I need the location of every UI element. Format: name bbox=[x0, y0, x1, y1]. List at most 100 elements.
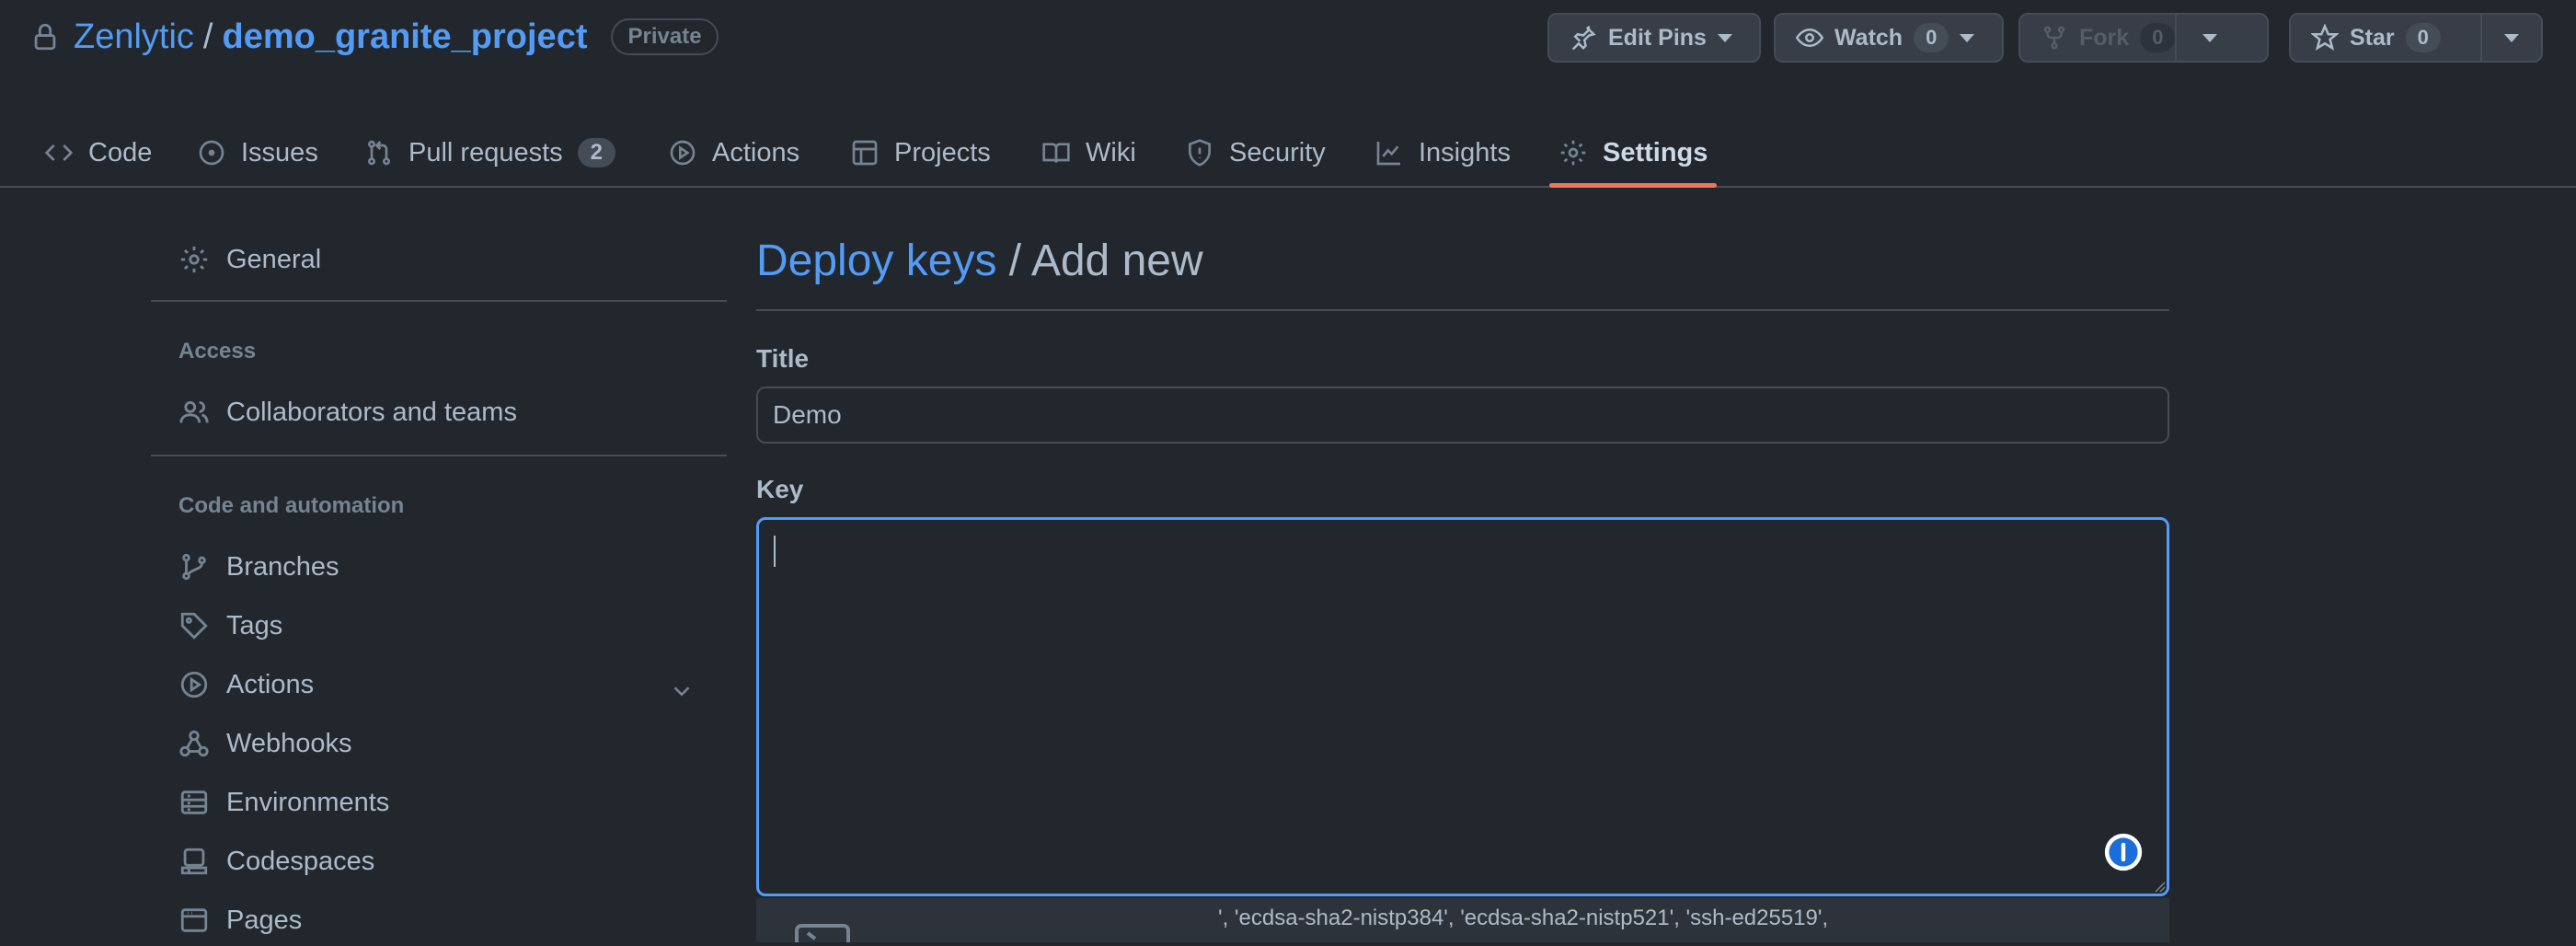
tab-actions[interactable]: Actions bbox=[659, 120, 809, 186]
codespaces-icon bbox=[178, 846, 210, 877]
key-field-label: Key bbox=[756, 475, 804, 503]
eye-icon bbox=[1796, 24, 1823, 52]
sidebar-item-label: General bbox=[226, 244, 322, 274]
browser-icon bbox=[178, 905, 210, 936]
gear-icon bbox=[178, 244, 210, 275]
chevron-down-icon[interactable] bbox=[668, 677, 696, 705]
caret-down-icon bbox=[1960, 33, 1975, 42]
pull-requests-count: 2 bbox=[577, 138, 616, 167]
tab-pull-requests[interactable]: Pull requests 2 bbox=[355, 120, 625, 186]
repo-name-link[interactable]: demo_granite_project bbox=[222, 17, 587, 57]
people-icon bbox=[178, 397, 210, 428]
repo-owner-link[interactable]: Zenlytic bbox=[74, 17, 194, 57]
tab-label: Code bbox=[88, 137, 153, 167]
star-dropdown-button[interactable] bbox=[2482, 15, 2541, 61]
fork-count: 0 bbox=[2140, 23, 2176, 52]
pin-icon bbox=[1570, 24, 1597, 52]
sidebar-divider bbox=[151, 300, 727, 302]
repo-title: Zenlytic / demo_granite_project Private bbox=[29, 15, 719, 59]
play-icon bbox=[178, 669, 210, 700]
sidebar-item-label: Tags bbox=[226, 610, 283, 640]
breadcrumb-current: / Add new bbox=[1008, 236, 1203, 285]
sidebar-item-label: Branches bbox=[226, 551, 339, 582]
key-format-hint: ', 'ecdsa-sha2-nistp384', 'ecdsa-sha2-ni… bbox=[1218, 906, 1829, 930]
webhook-icon bbox=[178, 728, 210, 759]
repo-separator: / bbox=[202, 17, 213, 56]
tab-label: Issues bbox=[241, 137, 318, 167]
terminal-icon bbox=[795, 924, 850, 942]
tab-wiki[interactable]: Wiki bbox=[1032, 120, 1145, 186]
server-icon bbox=[178, 787, 210, 818]
watch-count: 0 bbox=[1914, 23, 1949, 52]
title-input[interactable] bbox=[756, 386, 2169, 444]
star-button-group: Star 0 bbox=[2289, 13, 2543, 63]
sidebar-heading-code-automation: Code and automation bbox=[178, 493, 405, 518]
tab-code[interactable]: Code bbox=[35, 120, 161, 186]
watch-label: Watch bbox=[1834, 24, 1903, 51]
page-title: Deploy keys / Add new bbox=[756, 236, 1203, 286]
sidebar-item-label: Actions bbox=[226, 669, 315, 699]
pull-request-icon bbox=[364, 138, 394, 167]
fork-label: Fork bbox=[2079, 24, 2130, 51]
table-icon bbox=[850, 138, 880, 167]
tab-label: Settings bbox=[1603, 137, 1708, 167]
password-manager-icon[interactable] bbox=[2103, 832, 2144, 872]
sidebar-item-collaborators[interactable]: Collaborators and teams bbox=[178, 386, 517, 438]
tab-label: Actions bbox=[712, 137, 800, 167]
sidebar-item-general[interactable]: General bbox=[178, 234, 321, 285]
issue-icon bbox=[197, 138, 226, 167]
breadcrumb-deploy-keys-link[interactable]: Deploy keys bbox=[756, 236, 996, 285]
caret-down-icon bbox=[2504, 33, 2519, 42]
star-icon bbox=[2311, 24, 2339, 52]
repo-nav-tabs: Code Issues Pull requests 2 Actions Proj… bbox=[0, 101, 2576, 188]
tab-label: Projects bbox=[894, 137, 991, 167]
sidebar-divider bbox=[151, 455, 727, 456]
sidebar-item-tags[interactable]: Tags bbox=[178, 600, 282, 652]
gear-icon bbox=[1558, 138, 1588, 167]
tab-label: Pull requests bbox=[408, 137, 563, 167]
visibility-badge: Private bbox=[611, 18, 719, 55]
sidebar-item-label: Codespaces bbox=[226, 846, 375, 876]
lock-icon bbox=[29, 21, 61, 52]
tab-security[interactable]: Security bbox=[1176, 120, 1335, 186]
sidebar-item-pages[interactable]: Pages bbox=[178, 894, 302, 946]
resize-handle-icon[interactable] bbox=[2151, 878, 2166, 893]
sidebar-item-label: Webhooks bbox=[226, 728, 352, 758]
sidebar-item-actions[interactable]: Actions bbox=[178, 659, 314, 710]
fork-dropdown-button[interactable] bbox=[2177, 15, 2243, 61]
sidebar-item-branches[interactable]: Branches bbox=[178, 541, 339, 593]
sidebar-heading-access: Access bbox=[178, 339, 257, 363]
sidebar-item-label: Collaborators and teams bbox=[226, 397, 517, 427]
sidebar-item-label: Environments bbox=[226, 787, 390, 817]
tab-insights[interactable]: Insights bbox=[1365, 120, 1520, 186]
shield-icon bbox=[1185, 138, 1214, 167]
fork-button-group: Fork 0 bbox=[2018, 13, 2269, 63]
fork-button[interactable]: Fork 0 bbox=[2020, 15, 2176, 61]
sidebar-item-webhooks[interactable]: Webhooks bbox=[178, 718, 352, 769]
sidebar-item-codespaces[interactable]: Codespaces bbox=[178, 836, 374, 887]
tab-projects[interactable]: Projects bbox=[841, 120, 1000, 186]
title-divider bbox=[756, 309, 2169, 311]
sidebar-item-environments[interactable]: Environments bbox=[178, 777, 389, 828]
tab-settings[interactable]: Settings bbox=[1549, 120, 1718, 188]
tab-label: Insights bbox=[1419, 137, 1511, 167]
play-icon bbox=[668, 138, 697, 167]
key-textarea[interactable] bbox=[756, 517, 2169, 896]
edit-pins-button[interactable]: Edit Pins bbox=[1547, 13, 1761, 63]
tab-label: Security bbox=[1229, 137, 1326, 167]
book-icon bbox=[1041, 138, 1071, 167]
star-button[interactable]: Star 0 bbox=[2291, 15, 2480, 61]
branch-icon bbox=[178, 551, 210, 583]
caret-down-icon bbox=[2202, 33, 2217, 42]
star-count: 0 bbox=[2405, 23, 2441, 52]
sidebar-item-label: Pages bbox=[226, 905, 303, 935]
tab-label: Wiki bbox=[1086, 137, 1136, 167]
edit-pins-label: Edit Pins bbox=[1608, 24, 1707, 51]
graph-icon bbox=[1374, 138, 1404, 167]
fork-icon bbox=[2041, 24, 2068, 52]
tab-issues[interactable]: Issues bbox=[188, 120, 328, 186]
watch-button[interactable]: Watch 0 bbox=[1774, 13, 2004, 63]
caret-down-icon bbox=[1717, 33, 1732, 42]
title-field-label: Title bbox=[756, 344, 810, 373]
code-icon bbox=[44, 138, 74, 167]
